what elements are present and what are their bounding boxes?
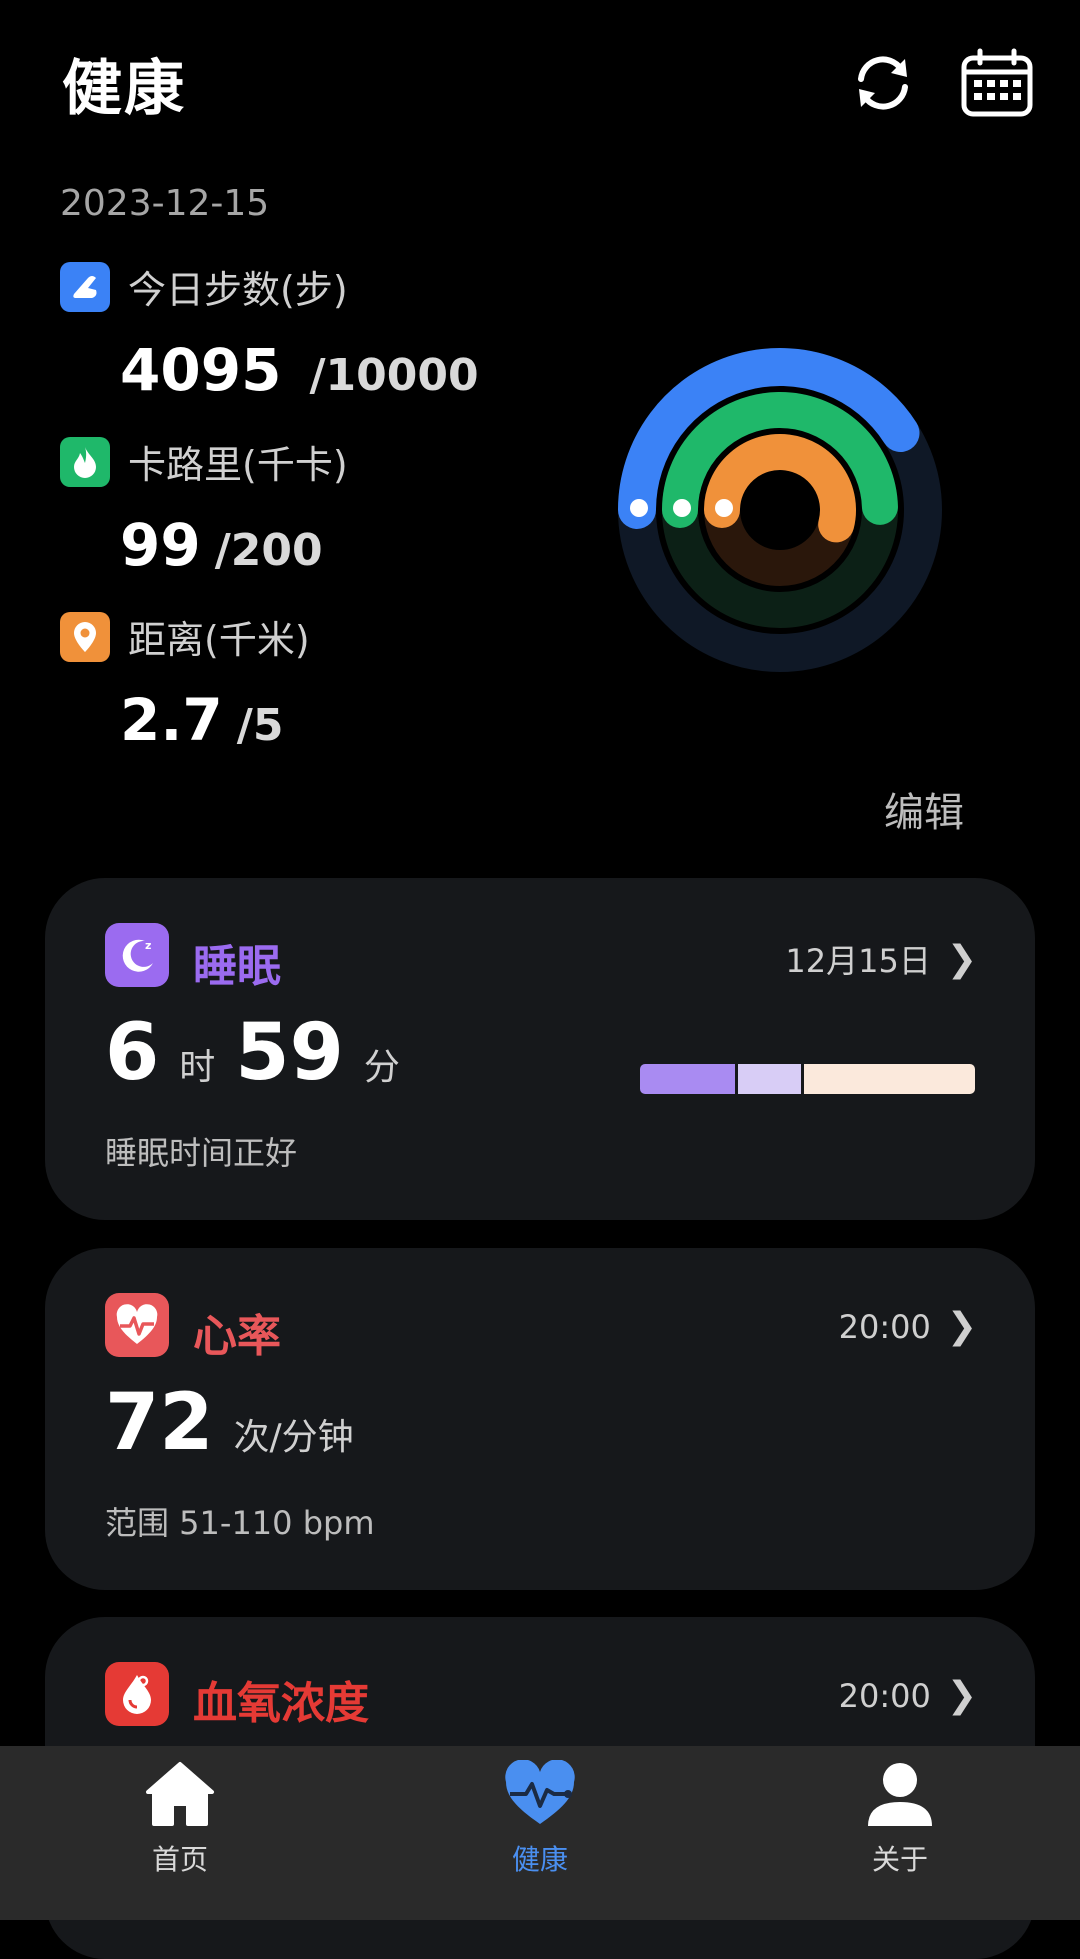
nav-health[interactable]: 健康	[440, 1760, 640, 1878]
chevron-right-icon: ❯	[946, 1306, 977, 1347]
flame-icon	[60, 436, 110, 487]
sleep-stage-segment	[640, 1064, 736, 1094]
sleep-card[interactable]: z 睡眠 12月15日 ❯ 6 时 59 分 睡眠时间正好	[45, 878, 1035, 1220]
distance-label-row: 距离(千米)	[60, 609, 310, 664]
shoe-ring-marker	[630, 499, 648, 517]
distance-value-row: 2.7 /5	[120, 686, 283, 754]
heart-rate-unit: 次/分钟	[233, 1417, 354, 1458]
heart-rate-icon	[105, 1293, 169, 1357]
calendar-icon	[961, 48, 1033, 117]
sleep-date-link[interactable]: 12月15日 ❯	[785, 936, 977, 982]
shoe-icon	[60, 261, 110, 312]
heart-rate-reading: 72 次/分钟	[105, 1378, 354, 1468]
steps-value-row: 4095 /10000	[120, 336, 479, 404]
sleep-status: 睡眠时间正好	[105, 1134, 298, 1172]
sleep-title: 睡眠	[193, 941, 281, 992]
blood-oxygen-time: 20:00	[838, 1676, 931, 1715]
sleep-hours: 6	[105, 1008, 160, 1098]
distance-goal: /5	[236, 700, 284, 751]
sync-button[interactable]	[843, 43, 923, 123]
sleep-minutes-unit: 分	[363, 1047, 400, 1088]
distance-ring-progress	[704, 434, 856, 543]
heart-rate-time-link[interactable]: 20:00 ❯	[839, 1306, 977, 1347]
flame-ring-marker	[673, 499, 691, 517]
chevron-right-icon: ❯	[946, 1675, 977, 1716]
nav-home[interactable]: 首页	[80, 1760, 280, 1878]
sleep-hours-unit: 时	[179, 1047, 216, 1088]
location-ring-marker	[715, 499, 733, 517]
steps-goal: /10000	[309, 350, 479, 401]
steps-label-row: 今日步数(步)	[60, 259, 348, 314]
nav-home-label: 首页	[151, 1843, 208, 1876]
edit-button[interactable]: 编辑	[884, 780, 964, 838]
distance-value: 2.7	[120, 686, 223, 754]
sleep-stage-bar	[640, 1064, 975, 1094]
sleep-minutes: 59	[235, 1008, 344, 1098]
home-icon	[146, 1762, 214, 1826]
calories-goal: /200	[214, 525, 323, 576]
svg-text:z: z	[145, 939, 151, 952]
activity-rings[interactable]	[560, 290, 1000, 730]
current-date: 2023-12-15	[60, 183, 270, 224]
heart-rate-title: 心率	[193, 1311, 281, 1362]
heart-rate-value: 72	[105, 1378, 214, 1468]
heart-rate-range: 范围 51-110 bpm	[105, 1504, 375, 1542]
sleep-stage-segment	[735, 1064, 801, 1094]
calories-label: 卡路里(千卡)	[128, 443, 348, 487]
nav-about[interactable]: 关于	[800, 1760, 1000, 1878]
calories-value-row: 99 /200	[120, 511, 323, 579]
calories-label-row: 卡路里(千卡)	[60, 434, 348, 489]
steps-value: 4095	[120, 336, 282, 404]
calendar-button[interactable]	[957, 43, 1037, 123]
blood-drop-icon	[105, 1662, 169, 1726]
heart-rate-card[interactable]: 心率 20:00 ❯ 72 次/分钟 范围 51-110 bpm	[45, 1248, 1035, 1590]
sync-icon	[858, 56, 908, 110]
distance-label: 距离(千米)	[128, 618, 310, 662]
heart-rate-time: 20:00	[838, 1307, 931, 1346]
chevron-right-icon: ❯	[946, 938, 977, 980]
sleep-stage-segment	[800, 1064, 975, 1094]
nav-health-label: 健康	[511, 1843, 568, 1876]
heart-pulse-icon	[505, 1760, 575, 1824]
nav-about-label: 关于	[871, 1843, 928, 1876]
calories-value: 99	[120, 511, 201, 579]
rings-group	[618, 348, 942, 672]
sleep-date: 12月15日	[785, 942, 931, 980]
steps-label: 今日步数(步)	[128, 268, 348, 312]
moon-icon: z	[105, 923, 169, 987]
bottom-nav: 首页 健康 关于	[0, 1746, 1080, 1920]
blood-oxygen-title: 血氧浓度	[193, 1678, 369, 1729]
sleep-duration: 6 时 59 分	[105, 1008, 400, 1098]
person-icon	[868, 1763, 932, 1826]
page-title: 健康	[62, 54, 186, 124]
location-icon	[60, 611, 110, 662]
blood-oxygen-time-link[interactable]: 20:00 ❯	[839, 1675, 977, 1716]
